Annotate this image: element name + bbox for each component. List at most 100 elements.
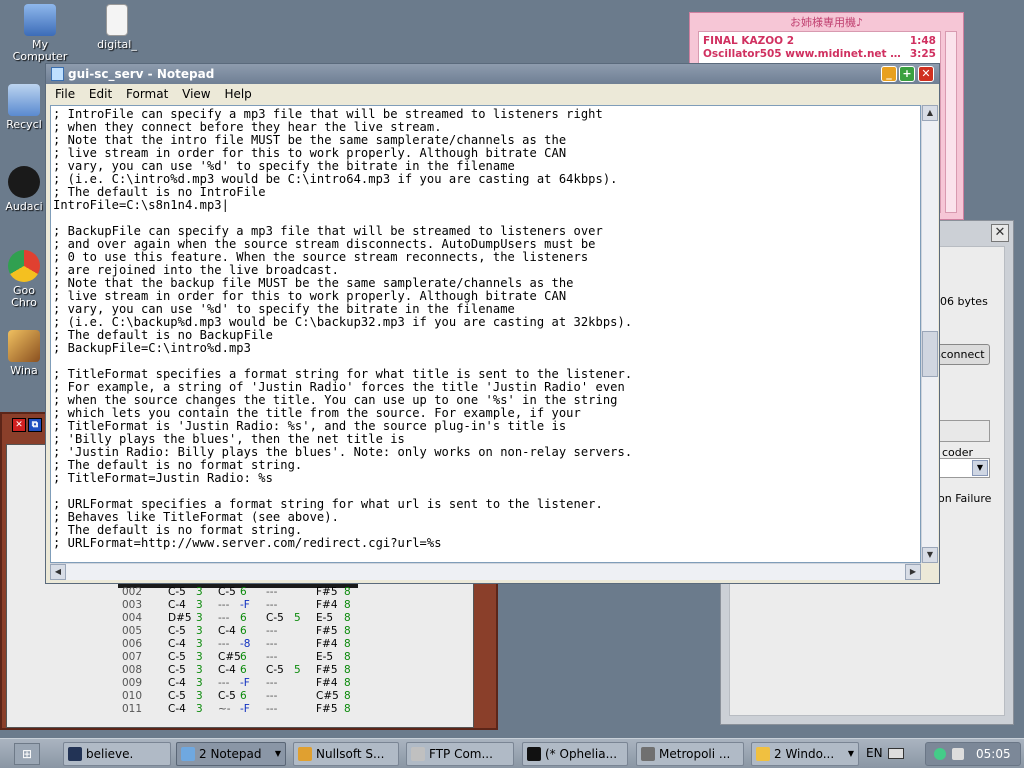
- taskbar-button[interactable]: (* Ophelia...: [522, 742, 628, 766]
- taskbar-button[interactable]: 2 Notepad ▼: [176, 742, 286, 766]
- text-editor[interactable]: ; IntroFile can specify a mp3 file that …: [50, 105, 921, 563]
- scroll-up-icon[interactable]: ▲: [922, 105, 938, 121]
- desktop-icon-label: Audaci: [5, 200, 43, 213]
- scroll-thumb[interactable]: [922, 331, 938, 377]
- window-icon[interactable]: ⧉: [28, 418, 42, 432]
- tracker-cell-n1: C-5: [168, 651, 186, 663]
- desktop-icon-chrome[interactable]: Goo Chro: [0, 250, 48, 309]
- scroll-down-icon[interactable]: ▼: [922, 547, 938, 563]
- tracker-row[interactable]: 004 D#5 3 --- 6 C-5 5 E-5 8: [118, 612, 358, 625]
- playlist-item[interactable]: Oscillator505 www.midinet.net - A... 3:2…: [703, 48, 936, 61]
- tracker-cell-n3: C-5: [266, 664, 284, 676]
- dialog-text-field[interactable]: [932, 420, 990, 442]
- tracker-cell-n4: F#4: [316, 677, 338, 689]
- tracker-row[interactable]: 011 C-4 3 ~- -F --- F#5 8: [118, 703, 358, 716]
- menu-help[interactable]: Help: [224, 87, 251, 101]
- tracker-row[interactable]: 006 C-4 3 --- -8 --- F#4 8: [118, 638, 358, 651]
- tracker-cell-v4: 8: [344, 703, 351, 715]
- tracker-cell-n4: E-5: [316, 651, 334, 663]
- tracker-cell-v2: 6: [240, 612, 247, 624]
- playlist-scrollbar[interactable]: [945, 31, 957, 213]
- taskbar-button[interactable]: Metropoli ...: [636, 742, 744, 766]
- network-icon[interactable]: [934, 748, 946, 760]
- tracker-cell-n4: F#4: [316, 638, 338, 650]
- tracker-cell-v4: 8: [344, 651, 351, 663]
- playlist-item[interactable]: FINAL KAZOO 2 1:48: [703, 35, 936, 48]
- tracker-cell-n2: C-4: [218, 664, 236, 676]
- keyboard-icon[interactable]: [888, 748, 904, 759]
- tracker-row[interactable]: 005 C-5 3 C-4 6 --- F#5 8: [118, 625, 358, 638]
- scroll-left-icon[interactable]: ◀: [50, 564, 66, 580]
- tracker-row[interactable]: 002 C-5 3 C-5 6 --- F#5 8: [118, 586, 358, 599]
- tracker-row[interactable]: 010 C-5 3 C-5 6 --- C#5 8: [118, 690, 358, 703]
- tracker-cell-v1: 3: [196, 677, 203, 689]
- tracker-cell-v3: [294, 690, 316, 703]
- desktop-icon-recycle[interactable]: Recycl: [0, 84, 48, 131]
- horizontal-scrollbar[interactable]: ◀ ▶: [50, 563, 921, 580]
- disconnect-button[interactable]: sconnect: [932, 344, 990, 365]
- menu-edit[interactable]: Edit: [89, 87, 112, 101]
- maximize-button[interactable]: +: [899, 66, 915, 82]
- tracker-cell-v2: 6: [240, 651, 247, 663]
- clock[interactable]: 05:05: [976, 743, 1011, 765]
- notepad-icon: [181, 747, 195, 761]
- close-button[interactable]: ✕: [918, 66, 934, 82]
- taskbar-button[interactable]: 2 Windo... ▼: [751, 742, 859, 766]
- taskbar-button-label: 2 Windo...: [774, 747, 835, 761]
- tracker-cell-v2: -F: [240, 599, 250, 611]
- tracker-cell-num: 003: [122, 599, 143, 611]
- close-icon[interactable]: ✕: [12, 418, 26, 432]
- vertical-scrollbar[interactable]: ▲ ▼: [921, 105, 938, 563]
- ftp-icon: [411, 747, 425, 761]
- desktop-icon-winamp[interactable]: Wina: [0, 330, 48, 377]
- taskbar-button[interactable]: Nullsoft S...: [293, 742, 399, 766]
- tracker-cell-n2: ---: [218, 638, 230, 650]
- tracker-row[interactable]: 009 C-4 3 --- -F --- F#4 8: [118, 677, 358, 690]
- scroll-right-icon[interactable]: ▶: [905, 564, 921, 580]
- tracker-cell-n2: ---: [218, 612, 230, 624]
- tracker-row[interactable]: 003 C-4 3 --- -F --- F#4 8: [118, 599, 358, 612]
- desktop-icon-label: My Computer: [12, 38, 68, 63]
- tracker-cell-v3: [294, 677, 316, 690]
- tracker-cell-n3: ---: [266, 625, 278, 637]
- encoder-select[interactable]: ▼: [932, 458, 990, 478]
- tracker-cell-n2: C-5: [218, 690, 236, 702]
- tracker-cell-n4: F#5: [316, 586, 338, 598]
- tracker-cell-v1: 3: [196, 638, 203, 650]
- playlist-item-time: 3:25: [909, 48, 936, 60]
- tracker-cell-num: 010: [122, 690, 143, 702]
- tracker-cell-n3: ---: [266, 690, 278, 702]
- tracker-cell-v2: 6: [240, 664, 247, 676]
- tracker-row[interactable]: 008 C-5 3 C-4 6 C-5 5 F#5 8: [118, 664, 358, 677]
- language-indicator[interactable]: EN: [866, 742, 883, 764]
- tracker-cell-n4: F#5: [316, 703, 338, 715]
- recycle-bin-icon: [8, 84, 40, 116]
- text-file-icon: [106, 4, 128, 36]
- taskbar-button[interactable]: believe.: [63, 742, 171, 766]
- tracker-cell-v4: 8: [344, 664, 351, 676]
- tracker-toolbar: ✕ ⧉: [12, 417, 44, 432]
- taskbar-button-label: FTP Com...: [429, 747, 493, 761]
- minimize-button[interactable]: _: [881, 66, 897, 82]
- tracker-cell-n1: C-5: [168, 664, 186, 676]
- tracker-cell-n3: ---: [266, 638, 278, 650]
- desktop-icon-digital[interactable]: digital_: [82, 4, 152, 51]
- menu-file[interactable]: File: [55, 87, 75, 101]
- tracker-cell-v1: 3: [196, 651, 203, 663]
- desktop-icon-my-computer[interactable]: My Computer: [5, 4, 75, 63]
- volume-icon[interactable]: [952, 748, 964, 760]
- desktop-icon-audacity[interactable]: Audaci: [0, 166, 48, 213]
- tracker-row[interactable]: 007 C-5 3 C#5 6 --- E-5 8: [118, 651, 358, 664]
- close-icon[interactable]: ✕: [991, 224, 1009, 242]
- title-bar[interactable]: gui-sc_serv - Notepad _ + ✕: [46, 64, 939, 84]
- playlist-item-title: FINAL KAZOO 2: [703, 35, 795, 47]
- start-button[interactable]: ⊞: [14, 743, 40, 765]
- tracker-cell-n3: C-5: [266, 612, 284, 624]
- failure-label: on Failure: [938, 492, 992, 505]
- menu-view[interactable]: View: [182, 87, 210, 101]
- tracker-cell-v3: [294, 703, 316, 716]
- tracker-cell-v1: 3: [196, 703, 203, 715]
- taskbar-button[interactable]: FTP Com...: [406, 742, 514, 766]
- tracker-cell-num: 011: [122, 703, 143, 715]
- menu-format[interactable]: Format: [126, 87, 168, 101]
